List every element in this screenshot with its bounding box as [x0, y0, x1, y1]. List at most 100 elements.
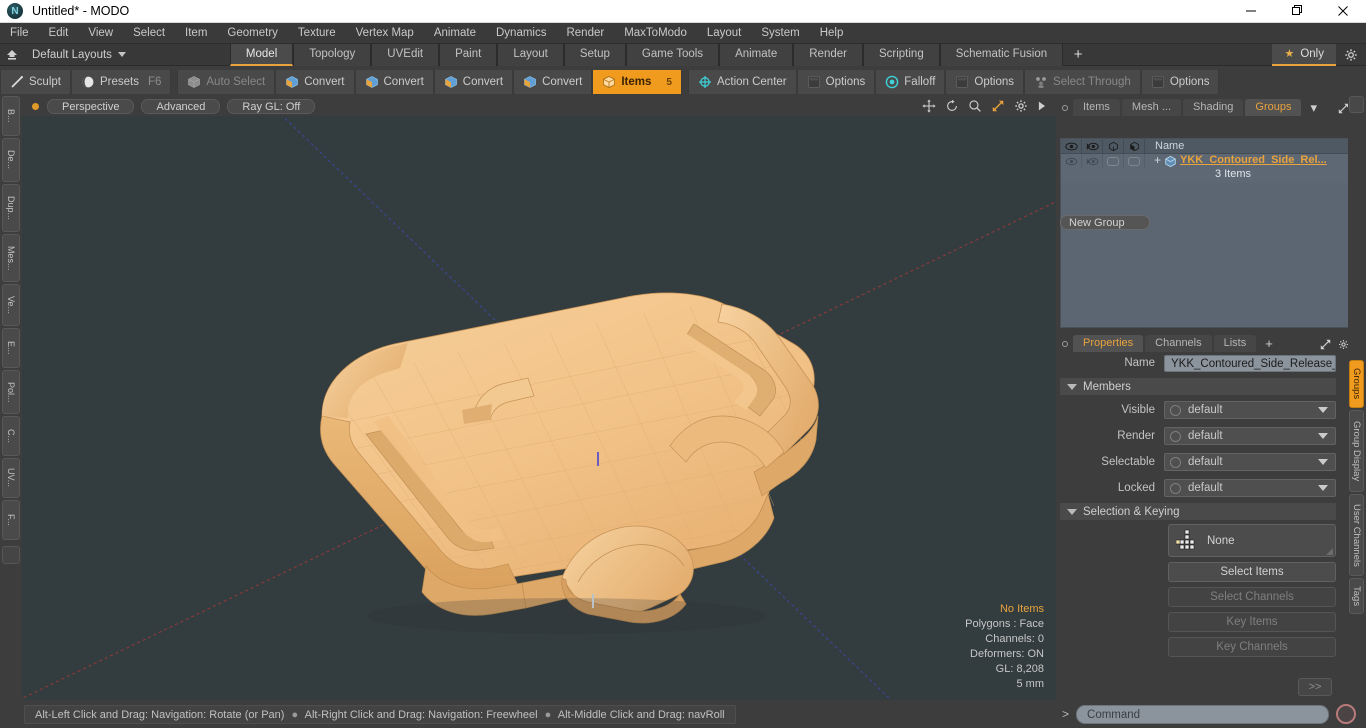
tab-scripting[interactable]: Scripting: [862, 43, 940, 66]
maximize-button[interactable]: [1274, 0, 1320, 23]
selection-keying-section-header[interactable]: Selection & Keying: [1060, 503, 1336, 520]
left-rail-tab-uv[interactable]: UV...: [2, 458, 20, 498]
selection-set-picker[interactable]: None: [1168, 524, 1336, 557]
expander-plus-icon[interactable]: +: [1154, 154, 1161, 166]
tool-convert-4[interactable]: Convert: [513, 70, 593, 94]
panel-menu-dot[interactable]: [1062, 105, 1068, 111]
more-options-button[interactable]: >>: [1298, 678, 1332, 696]
default-layouts-dropdown[interactable]: Default Layouts: [24, 49, 132, 61]
command-input[interactable]: Command: [1076, 704, 1329, 724]
zoom-icon[interactable]: [968, 99, 982, 113]
tool-convert-2[interactable]: Convert: [354, 70, 434, 94]
tool-convert-3[interactable]: Convert: [433, 70, 514, 94]
left-rail-tab-vertex[interactable]: Ve...: [2, 284, 20, 326]
tab-animate[interactable]: Animate: [719, 43, 794, 66]
tab-shading[interactable]: Shading: [1183, 99, 1244, 116]
left-rail-tab-fusion[interactable]: F...: [2, 500, 20, 540]
properties-add-tab[interactable]: +: [1258, 336, 1280, 352]
only-toggle[interactable]: ★ Only: [1272, 43, 1336, 66]
menu-geometry[interactable]: Geometry: [217, 23, 288, 44]
fit-icon[interactable]: [991, 99, 1005, 113]
menu-select[interactable]: Select: [123, 23, 175, 44]
tab-groups[interactable]: Groups: [1245, 99, 1302, 116]
properties-menu-dot[interactable]: [1062, 341, 1068, 347]
viewport-3d-canvas[interactable]: Y X Z No Items Polygons : Face Channels:…: [22, 116, 1056, 700]
row-eye-toggle[interactable]: [1061, 154, 1082, 169]
tool-options-2[interactable]: Options: [945, 70, 1025, 94]
tab-overflow-chevron[interactable]: ▾: [1303, 100, 1324, 116]
menu-edit[interactable]: Edit: [39, 23, 79, 44]
tool-convert-1[interactable]: Convert: [275, 70, 355, 94]
left-rail-tab-basic[interactable]: B...: [2, 96, 20, 136]
tab-items[interactable]: Items: [1073, 99, 1120, 116]
left-rail-tab-polygon[interactable]: Pol...: [2, 370, 20, 414]
menu-file[interactable]: File: [0, 23, 39, 44]
locked-dropdown[interactable]: default: [1164, 479, 1336, 497]
menu-system[interactable]: System: [751, 23, 809, 44]
menu-help[interactable]: Help: [810, 23, 854, 44]
left-rail-tab-edge[interactable]: E...: [2, 328, 20, 368]
right-rail-tab-groups[interactable]: Groups: [1349, 360, 1364, 408]
left-rail-tab-curve[interactable]: C...: [2, 416, 20, 456]
right-rail-tab-tags[interactable]: Tags: [1349, 578, 1364, 614]
select-channels-button[interactable]: Select Channels: [1168, 587, 1336, 607]
visible-dropdown[interactable]: default: [1164, 401, 1336, 419]
right-rail-tab-group-display[interactable]: Group Display: [1349, 410, 1364, 492]
select-items-button[interactable]: Select Items: [1168, 562, 1336, 582]
add-tab-button[interactable]: +: [1063, 44, 1093, 66]
viewport-projection-dropdown[interactable]: Perspective: [47, 98, 135, 114]
right-rail-collapse-handle[interactable]: [1349, 96, 1364, 113]
left-rail-tab-deform[interactable]: De...: [2, 138, 20, 182]
tab-properties[interactable]: Properties: [1073, 335, 1144, 352]
tab-setup[interactable]: Setup: [563, 43, 626, 66]
tool-options-3[interactable]: Options: [1140, 70, 1220, 94]
row-cube-toggle-1[interactable]: [1103, 154, 1124, 169]
tab-paint[interactable]: Paint: [439, 43, 498, 66]
minimize-button[interactable]: [1228, 0, 1274, 23]
selectable-dropdown[interactable]: default: [1164, 453, 1336, 471]
menu-maxtomodo[interactable]: MaxToModo: [614, 23, 697, 44]
viewport-active-dot[interactable]: [32, 102, 39, 110]
right-rail-tab-user-channels[interactable]: User Channels: [1349, 494, 1364, 576]
menu-view[interactable]: View: [78, 23, 123, 44]
render-dropdown[interactable]: default: [1164, 427, 1336, 445]
viewport-raygl-dropdown[interactable]: Ray GL: Off: [227, 98, 316, 114]
tab-uvedit[interactable]: UVEdit: [371, 43, 440, 66]
tab-mesh[interactable]: Mesh ...: [1121, 99, 1182, 116]
record-icon[interactable]: [1336, 704, 1356, 724]
home-icon[interactable]: [0, 44, 24, 66]
menu-render[interactable]: Render: [556, 23, 614, 44]
key-items-button[interactable]: Key Items: [1168, 612, 1336, 632]
left-rail-collapse-handle[interactable]: [2, 546, 20, 564]
rotate-icon[interactable]: [945, 99, 959, 113]
tab-model[interactable]: Model: [229, 43, 294, 66]
tool-sculpt[interactable]: Sculpt: [0, 70, 71, 94]
group-row-label[interactable]: + YKK_Contoured_Side_Rel...: [1145, 154, 1351, 168]
name-field[interactable]: YKK_Contoured_Side_Release_P: [1164, 354, 1336, 372]
viewport-shading-dropdown[interactable]: Advanced: [141, 98, 221, 114]
menu-animate[interactable]: Animate: [424, 23, 486, 44]
tool-options-1[interactable]: Options: [796, 70, 876, 94]
menu-item[interactable]: Item: [175, 23, 217, 44]
tool-select-through[interactable]: Select Through: [1024, 70, 1141, 94]
tab-layout[interactable]: Layout: [497, 43, 564, 66]
menu-dynamics[interactable]: Dynamics: [486, 23, 556, 44]
tool-presets[interactable]: Presets F6: [70, 70, 172, 94]
tab-schematic-fusion[interactable]: Schematic Fusion: [939, 43, 1064, 66]
tool-action-center[interactable]: Action Center: [687, 70, 797, 94]
close-button[interactable]: [1320, 0, 1366, 23]
tool-auto-select[interactable]: Auto Select: [177, 70, 276, 94]
tab-channels[interactable]: Channels: [1145, 335, 1212, 352]
new-group-button[interactable]: New Group: [1060, 215, 1150, 230]
left-rail-tab-mesh-edit[interactable]: Mes...: [2, 234, 20, 282]
menu-vertex-map[interactable]: Vertex Map: [346, 23, 424, 44]
key-channels-button[interactable]: Key Channels: [1168, 637, 1336, 657]
row-render-toggle[interactable]: [1082, 154, 1103, 169]
expand-icon[interactable]: [1320, 339, 1331, 350]
row-cube-toggle-2[interactable]: [1124, 154, 1145, 169]
tool-falloff[interactable]: Falloff: [875, 70, 946, 94]
gear-icon[interactable]: [1014, 99, 1028, 113]
move-icon[interactable]: [922, 99, 936, 113]
tool-items[interactable]: Items 5: [592, 70, 682, 94]
tab-lists[interactable]: Lists: [1213, 335, 1257, 352]
